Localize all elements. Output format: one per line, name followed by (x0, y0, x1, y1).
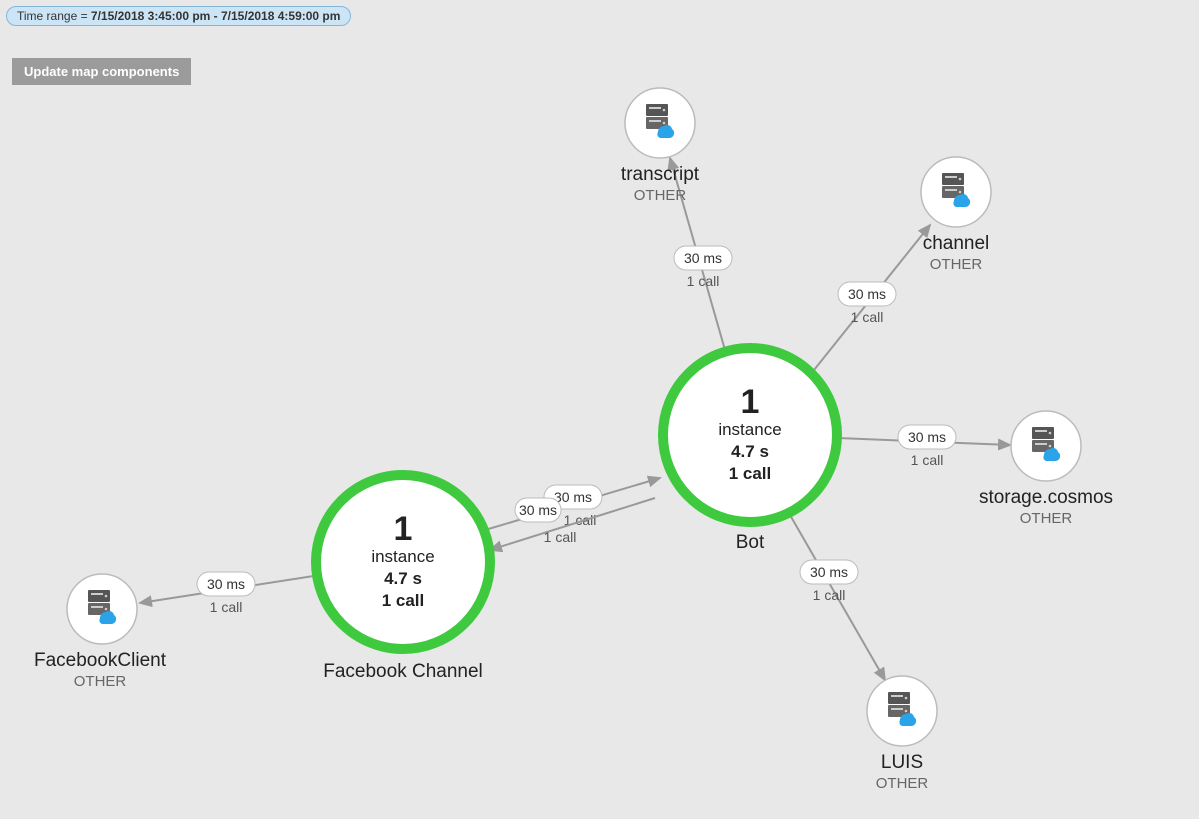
edge-calls: 1 call (851, 309, 884, 325)
node-bot[interactable]: 1 instance 4.7 s 1 call Bot (663, 348, 837, 553)
node-transcript[interactable]: transcript OTHER (621, 88, 700, 204)
node-title: Bot (736, 532, 765, 553)
node-sub: OTHER (74, 673, 127, 690)
edge-latency: 30 ms (908, 429, 946, 445)
edge-latency: 30 ms (554, 489, 592, 505)
node-instance: instance (718, 420, 781, 439)
edge-calls: 1 call (911, 452, 944, 468)
node-luis[interactable]: LUIS OTHER (867, 676, 937, 792)
node-sub: OTHER (634, 187, 687, 204)
edge-calls: 1 call (813, 587, 846, 603)
node-sub: OTHER (1020, 510, 1073, 527)
edge-latency: 30 ms (207, 576, 245, 592)
edge-calls: 1 call (544, 529, 577, 545)
node-count: 1 (394, 510, 413, 548)
node-sub: OTHER (876, 775, 929, 792)
node-instance: instance (371, 547, 434, 566)
node-calls: 1 call (729, 464, 772, 483)
edge-bot-to-luis[interactable]: 30 ms 1 call (790, 515, 885, 680)
node-title: transcript (621, 164, 700, 185)
node-title: channel (923, 233, 990, 254)
edge-latency: 30 ms (810, 564, 848, 580)
node-facebook-client[interactable]: FacebookClient OTHER (34, 574, 167, 690)
edge-bot-to-channel[interactable]: 30 ms 1 call (810, 225, 930, 375)
node-title: FacebookClient (34, 650, 167, 671)
edge-calls: 1 call (210, 599, 243, 615)
edge-bot-to-cosmos[interactable]: 30 ms 1 call (838, 425, 1010, 468)
node-count: 1 (741, 383, 760, 421)
node-latency: 4.7 s (384, 569, 422, 588)
node-facebook-channel[interactable]: 1 instance 4.7 s 1 call Facebook Channel (316, 475, 490, 682)
edge-fbchannel-to-fbclient[interactable]: 30 ms 1 call (140, 572, 320, 615)
node-channel[interactable]: channel OTHER (921, 157, 991, 273)
node-calls: 1 call (382, 591, 425, 610)
node-title: Facebook Channel (323, 661, 483, 682)
edge-latency: 30 ms (684, 250, 722, 266)
application-map[interactable]: 30 ms 1 call 30 ms 1 call 30 ms 1 call 3… (0, 0, 1199, 819)
node-title: storage.cosmos (979, 487, 1113, 508)
edge-calls: 1 call (687, 273, 720, 289)
node-title: LUIS (881, 752, 923, 773)
node-latency: 4.7 s (731, 442, 769, 461)
node-storage-cosmos[interactable]: storage.cosmos OTHER (979, 411, 1113, 527)
node-sub: OTHER (930, 256, 983, 273)
edge-latency: 30 ms (519, 502, 557, 518)
edge-latency: 30 ms (848, 286, 886, 302)
